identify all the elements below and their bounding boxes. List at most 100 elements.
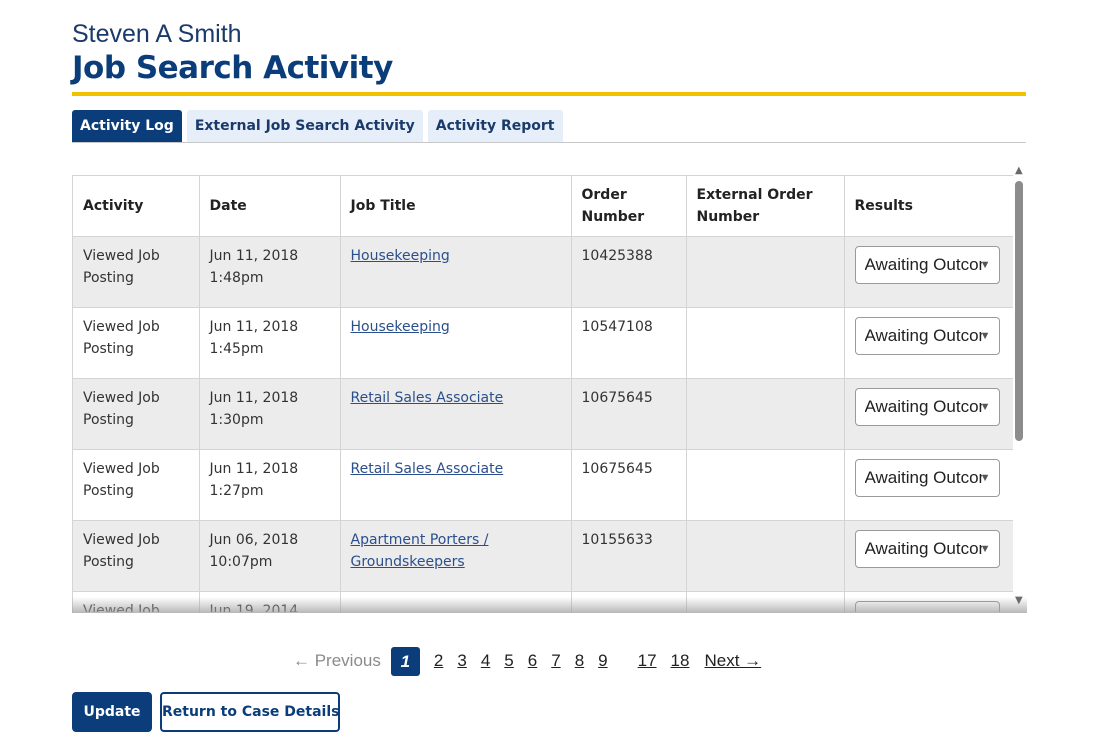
- dropdown-arrow-icon: ▼: [979, 543, 991, 555]
- job-title-link[interactable]: Retail Sales Associate: [351, 390, 504, 406]
- tab-external-job-search-activity[interactable]: External Job Search Activity: [186, 110, 423, 142]
- pagination-previous: ← Previous: [293, 651, 381, 670]
- page-title: Job Search Activity: [72, 50, 393, 86]
- table-row: Viewed Job Posting Jun 19, 2014 2:37pm A…: [73, 591, 1013, 612]
- tab-activity-log[interactable]: Activity Log: [72, 110, 182, 142]
- return-to-case-details-button[interactable]: Return to Case Details: [160, 692, 340, 732]
- user-name: Steven A Smith: [72, 20, 242, 48]
- table-row: Viewed Job Posting Jun 11, 2018 1:45pm H…: [73, 307, 1013, 379]
- external-order-number-cell: [686, 520, 845, 592]
- pagination-current-page: 1: [390, 646, 420, 676]
- activity-cell: Viewed Job Posting: [73, 307, 200, 379]
- results-select[interactable]: Awaiting Outcome▼: [854, 459, 1000, 497]
- activity-cell: Viewed Job Posting: [73, 520, 200, 592]
- activity-table-container: Activity Date Job Title Order Number Ext…: [72, 175, 1013, 612]
- job-title-link[interactable]: Housekeeping: [351, 248, 450, 264]
- external-order-number-cell: [686, 236, 845, 308]
- tabs-divider: [72, 142, 1026, 143]
- results-cell: Awaiting Outcome▼: [844, 236, 1013, 308]
- results-select-value: Awaiting Outcome: [864, 397, 982, 416]
- dropdown-arrow-icon: ▼: [979, 401, 991, 413]
- job-title-cell: Retail Sales Associate: [340, 378, 572, 450]
- pagination-page-link[interactable]: 8: [575, 651, 584, 671]
- job-title-cell: Retail Sales Associate: [340, 449, 572, 521]
- job-title-cell: Housekeeping: [340, 307, 572, 379]
- tab-activity-report[interactable]: Activity Report: [427, 110, 563, 142]
- job-title-link[interactable]: Housekeeping: [351, 319, 450, 335]
- date-cell: Jun 11, 2018 1:45pm: [199, 307, 341, 379]
- date-cell: Jun 11, 2018 1:27pm: [199, 449, 341, 521]
- table-row: Viewed Job Posting Jun 06, 2018 10:07pm …: [73, 520, 1013, 592]
- table-row: Viewed Job Posting Jun 11, 2018 1:48pm H…: [73, 236, 1013, 308]
- results-cell: Awaiting Outcome▼: [844, 307, 1013, 379]
- external-order-number-cell: [686, 449, 845, 521]
- update-button[interactable]: Update: [72, 692, 152, 732]
- pagination-page-link[interactable]: 17: [638, 651, 657, 671]
- results-select-value: Awaiting Outcome: [864, 326, 982, 345]
- job-title-link[interactable]: Retail Sales Associate: [351, 461, 504, 477]
- column-header-date: Date: [199, 176, 341, 237]
- external-order-number-cell: [686, 591, 845, 612]
- job-title-cell: Housekeeping: [340, 236, 572, 308]
- dropdown-arrow-icon: ▼: [979, 472, 991, 484]
- results-cell: Awaiting Outcome▼: [844, 520, 1013, 592]
- results-select-value: Awaiting Outcome: [865, 602, 982, 612]
- job-title-link[interactable]: Apartment Porters / Groundskeepers: [351, 532, 489, 570]
- results-select-value: Awaiting Outcome: [864, 255, 982, 274]
- pagination-page-link[interactable]: 9: [598, 651, 607, 671]
- dropdown-arrow-icon: ▼: [980, 602, 991, 612]
- table-header-row: Activity Date Job Title Order Number Ext…: [73, 176, 1013, 237]
- tab-bar: Activity Log External Job Search Activit…: [72, 110, 568, 142]
- job-title-cell: [340, 591, 572, 612]
- activity-table: Activity Date Job Title Order Number Ext…: [73, 176, 1013, 612]
- order-number-cell: 10675645: [571, 449, 687, 521]
- title-divider: [72, 92, 1026, 96]
- table-row: Viewed Job Posting Jun 11, 2018 1:30pm R…: [73, 378, 1013, 450]
- results-select[interactable]: Awaiting Outcome▼: [854, 530, 1000, 568]
- date-cell: Jun 19, 2014 2:37pm: [199, 591, 341, 612]
- table-row: Viewed Job Posting Jun 11, 2018 1:27pm R…: [73, 449, 1013, 521]
- external-order-number-cell: [686, 378, 845, 450]
- results-select[interactable]: Awaiting Outcome▼: [854, 388, 1000, 426]
- pagination-page-link[interactable]: 5: [504, 651, 513, 671]
- results-cell: Awaiting Outcome▼: [844, 449, 1013, 521]
- order-number-cell: 10547108: [571, 307, 687, 379]
- date-cell: Jun 06, 2018 10:07pm: [199, 520, 341, 592]
- activity-cell: Viewed Job Posting: [73, 236, 200, 308]
- dropdown-arrow-icon: ▼: [979, 259, 991, 271]
- results-select-value: Awaiting Outcome: [864, 468, 982, 487]
- pagination-page-link[interactable]: 18: [671, 651, 690, 671]
- results-select[interactable]: Awaiting Outcome▼: [854, 601, 1000, 612]
- results-select[interactable]: Awaiting Outcome▼: [854, 246, 1000, 284]
- table-scrollbar[interactable]: ▲ ▼: [1012, 163, 1027, 611]
- activity-cell: Viewed Job Posting: [73, 591, 200, 612]
- results-select-value: Awaiting Outcome: [864, 539, 982, 558]
- external-order-number-cell: [686, 307, 845, 379]
- pagination-page-link[interactable]: 3: [457, 651, 466, 671]
- dropdown-arrow-icon: ▼: [979, 330, 991, 342]
- column-header-results: Results: [844, 176, 1013, 237]
- results-cell: Awaiting Outcome▼: [844, 591, 1013, 612]
- order-number-cell: 10425388: [571, 236, 687, 308]
- pagination-next[interactable]: Next →: [704, 651, 761, 671]
- scrollbar-thumb[interactable]: [1015, 181, 1023, 441]
- date-cell: Jun 11, 2018 1:30pm: [199, 378, 341, 450]
- scroll-up-arrow-icon[interactable]: ▲: [1015, 165, 1023, 176]
- pagination-page-link[interactable]: 4: [481, 651, 490, 671]
- column-header-external-order-number: External Order Number: [686, 176, 845, 237]
- pagination-page-link[interactable]: 2: [434, 651, 443, 671]
- pagination-page-link[interactable]: 6: [528, 651, 537, 671]
- date-cell: Jun 11, 2018 1:48pm: [199, 236, 341, 308]
- column-header-order-number: Order Number: [571, 176, 687, 237]
- column-header-activity: Activity: [73, 176, 200, 237]
- column-header-job-title: Job Title: [340, 176, 572, 237]
- results-cell: Awaiting Outcome▼: [844, 378, 1013, 450]
- pagination-page-link[interactable]: 7: [551, 651, 560, 671]
- order-number-cell: [571, 591, 687, 612]
- scroll-down-arrow-icon[interactable]: ▼: [1015, 595, 1023, 606]
- results-select[interactable]: Awaiting Outcome▼: [854, 317, 1000, 355]
- pagination: ← Previous 1 2 3 4 5 6 7 8 9 17 18 Next …: [293, 646, 761, 676]
- order-number-cell: 10155633: [571, 520, 687, 592]
- activity-cell: Viewed Job Posting: [73, 378, 200, 450]
- job-search-activity-page: Steven A Smith Job Search Activity Activ…: [0, 0, 1101, 747]
